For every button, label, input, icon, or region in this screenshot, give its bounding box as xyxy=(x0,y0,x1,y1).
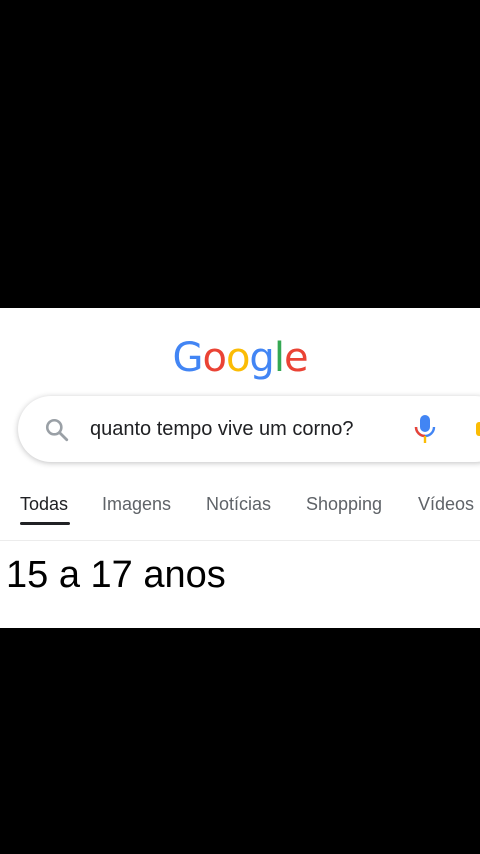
logo-letter: o xyxy=(202,335,227,381)
google-logo[interactable]: Google xyxy=(0,336,480,380)
mic-icon[interactable] xyxy=(414,414,436,444)
active-tab-indicator xyxy=(20,522,70,525)
letterbox-bottom xyxy=(0,628,480,854)
letterbox-top xyxy=(0,0,480,308)
search-tabs: Todas Imagens Notícias Shopping Vídeos xyxy=(0,486,480,532)
logo-letter: e xyxy=(283,335,309,381)
logo-letter: g xyxy=(249,335,274,381)
tab-videos[interactable]: Vídeos xyxy=(418,494,474,515)
tab-noticias[interactable]: Notícias xyxy=(206,494,271,515)
logo-letter: G xyxy=(172,335,203,381)
search-icon[interactable] xyxy=(44,417,70,443)
tab-shopping[interactable]: Shopping xyxy=(306,494,382,515)
answer-caption: 15 a 17 anos xyxy=(6,554,226,596)
logo-letter: l xyxy=(273,335,285,381)
google-search-page: Google quanto tempo vive um corno? Todas… xyxy=(0,308,480,628)
tabs-divider xyxy=(0,540,480,541)
tab-imagens[interactable]: Imagens xyxy=(102,494,171,515)
lens-icon[interactable] xyxy=(476,422,480,436)
search-input[interactable]: quanto tempo vive um corno? xyxy=(90,416,354,442)
search-box[interactable]: quanto tempo vive um corno? xyxy=(18,396,480,462)
logo-letter: o xyxy=(225,335,251,381)
tab-todas[interactable]: Todas xyxy=(20,494,68,515)
